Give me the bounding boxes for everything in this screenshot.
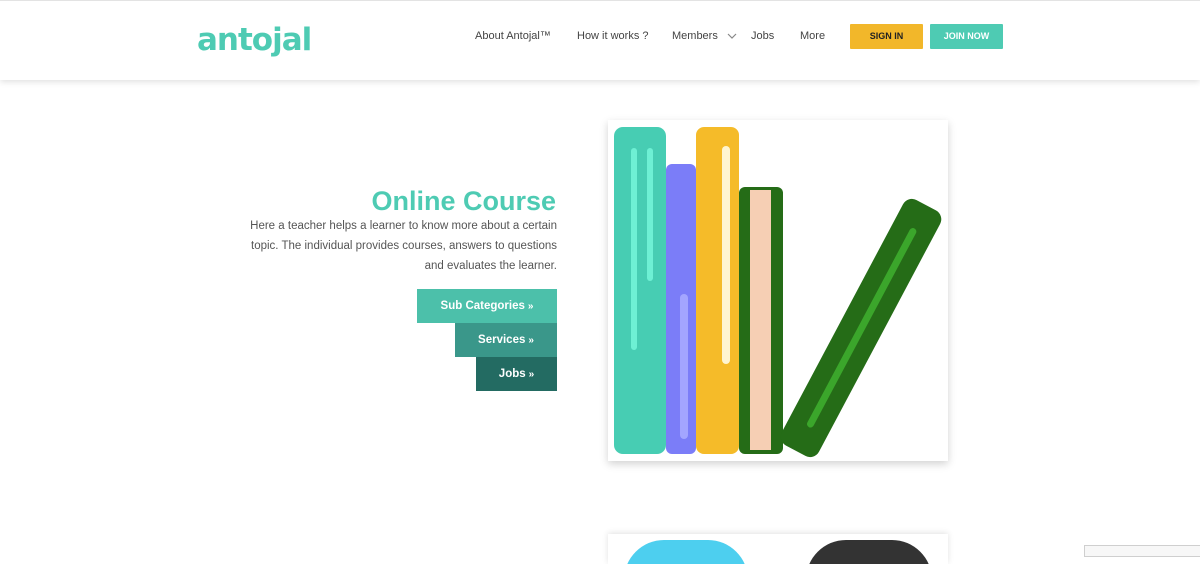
books-illustration-card	[608, 120, 948, 461]
hero-description: Here a teacher helps a learner to know m…	[250, 220, 557, 272]
nav-how-it-works[interactable]: How it works ?	[577, 29, 649, 43]
blue-shape	[624, 540, 748, 564]
corner-widget[interactable]	[1084, 545, 1200, 557]
services-button[interactable]: Services»	[455, 323, 557, 357]
chevron-down-icon[interactable]	[726, 30, 738, 42]
double-chevron-right-icon: »	[527, 301, 534, 312]
nav-jobs[interactable]: Jobs	[751, 29, 774, 43]
nav-more[interactable]: More	[800, 29, 825, 43]
double-chevron-right-icon: »	[528, 369, 535, 380]
book-leaning	[780, 198, 942, 458]
services-label: Services	[478, 334, 526, 346]
book-teal	[614, 127, 666, 454]
double-chevron-right-icon: »	[528, 335, 534, 346]
next-section-card	[608, 534, 948, 564]
top-navbar: antojal About Antojal™ How it works ? Me…	[0, 0, 1200, 80]
dark-shape	[806, 540, 932, 564]
jobs-button[interactable]: Jobs»	[476, 357, 557, 391]
hero-title: Online Course	[371, 186, 556, 216]
sub-categories-button[interactable]: Sub Categories»	[417, 289, 557, 323]
books-icon	[614, 127, 942, 458]
nav-about[interactable]: About Antojal™	[475, 29, 551, 43]
jobs-label: Jobs	[498, 368, 526, 380]
join-now-button[interactable]: JOIN NOW	[930, 24, 1003, 49]
antojal-logo[interactable]: antojal	[197, 19, 312, 61]
sign-in-button[interactable]: SIGN IN	[850, 24, 923, 49]
nav-members[interactable]: Members	[672, 29, 718, 43]
sub-categories-label: Sub Categories	[440, 300, 525, 312]
book-yellow	[696, 127, 739, 454]
